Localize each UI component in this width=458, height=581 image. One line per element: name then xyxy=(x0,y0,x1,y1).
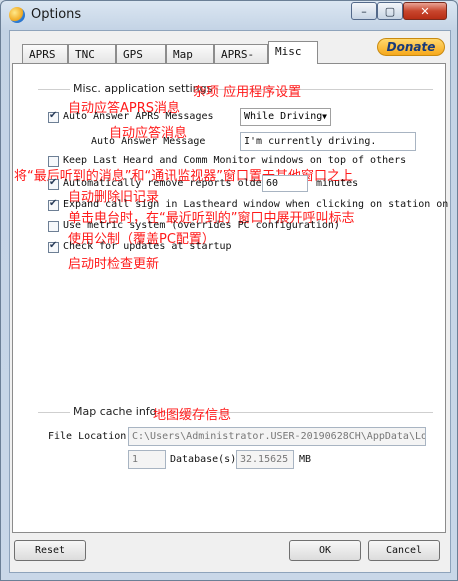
auto-answer-message-field[interactable]: I'm currently driving. xyxy=(240,132,416,151)
metric-checkbox[interactable] xyxy=(48,221,59,232)
tab-gps[interactable]: GPS xyxy=(116,44,166,63)
minimize-icon: – xyxy=(361,5,367,18)
file-location-field[interactable]: C:\Users\Administrator.USER-20190628CH\A… xyxy=(128,427,426,446)
check-updates-cn: 启动时检查更新 xyxy=(68,257,160,272)
tab-misc[interactable]: Misc xyxy=(268,41,318,64)
database-label: Database(s) xyxy=(170,454,237,465)
donate-button[interactable]: Donate xyxy=(377,38,445,56)
app-globe-icon xyxy=(9,7,25,23)
misc-group-title-cn: 杂项 应用程序设置 xyxy=(193,85,302,100)
chevron-down-icon: ▼ xyxy=(322,112,327,121)
reset-button[interactable]: Reset xyxy=(14,540,86,561)
auto-answer-mode-select[interactable]: While Driving ▼ xyxy=(240,108,331,126)
map-cache-group-title-cn: 地图缓存信息 xyxy=(153,408,232,423)
auto-answer-mode-value: While Driving xyxy=(244,111,323,122)
expand-callsign-checkbox[interactable] xyxy=(48,198,59,211)
database-count-field: 1 xyxy=(128,450,166,469)
close-button[interactable]: ✕ xyxy=(403,2,447,20)
tab-map[interactable]: Map xyxy=(166,44,214,63)
auto-answer-label: Auto Answer APRS Messages xyxy=(63,111,214,122)
auto-remove-minutes-field[interactable]: 60 xyxy=(262,175,308,192)
maximize-icon: ▢ xyxy=(384,5,396,18)
window-title: Options xyxy=(31,7,82,22)
tab-aprs[interactable]: APRS xyxy=(22,44,68,63)
close-icon: ✕ xyxy=(420,5,430,18)
auto-remove-unit: minutes xyxy=(316,178,359,189)
auto-answer-checkbox[interactable] xyxy=(48,110,59,123)
maximize-button[interactable]: ▢ xyxy=(377,2,403,20)
file-location-label: File Location xyxy=(48,431,127,442)
cancel-button[interactable]: Cancel xyxy=(368,540,440,561)
check-updates-label: Check for updates at startup xyxy=(63,241,232,252)
title-bar[interactable]: Options – ▢ ✕ xyxy=(1,1,457,29)
tab-aprs-is[interactable]: APRS-IS xyxy=(214,44,268,80)
tab-tnc[interactable]: TNC xyxy=(68,44,116,63)
cache-size-unit: MB xyxy=(299,454,312,465)
auto-answer-message-label: Auto Answer Message xyxy=(91,136,206,147)
ok-button[interactable]: OK xyxy=(289,540,361,561)
map-cache-group-title: Map cache info xyxy=(70,405,160,418)
check-updates-checkbox[interactable] xyxy=(48,240,59,253)
cache-size-field: 32.15625 xyxy=(236,450,294,469)
auto-remove-checkbox[interactable] xyxy=(48,177,59,190)
minimize-button[interactable]: – xyxy=(351,2,377,20)
